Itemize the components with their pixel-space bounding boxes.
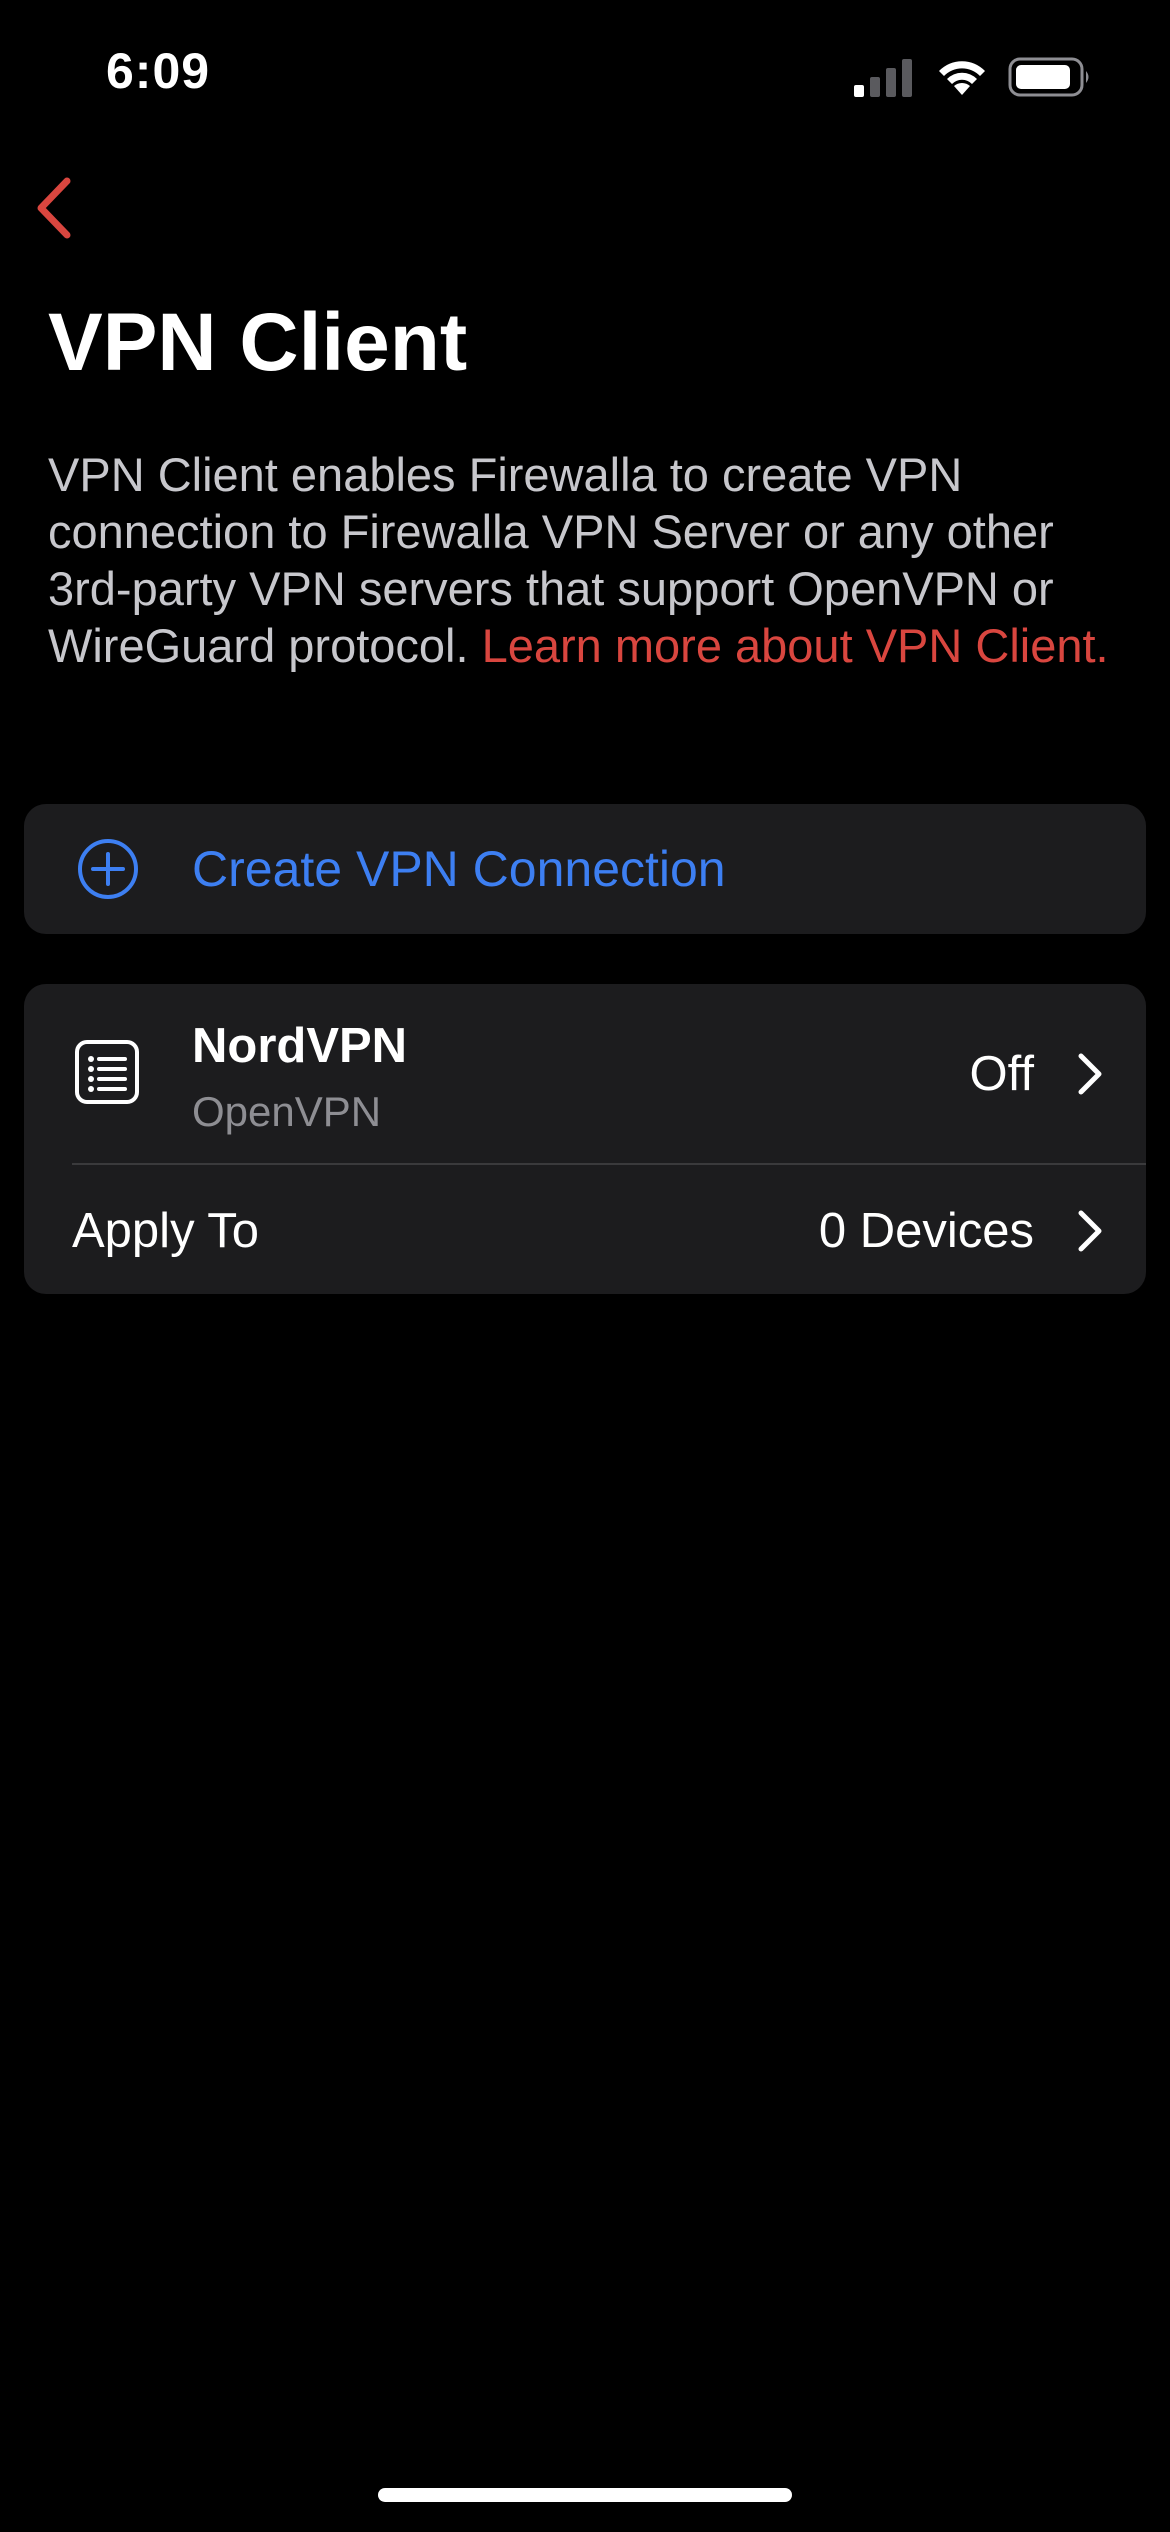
signal-icon	[854, 59, 912, 97]
apply-to-label: Apply To	[72, 1204, 260, 1258]
chevron-right-icon	[1078, 1053, 1102, 1095]
chevron-right-icon	[1078, 1210, 1102, 1252]
chevron-left-icon	[37, 177, 71, 239]
vpn-name: NordVPN	[192, 1019, 408, 1073]
status-bar: 6:09	[0, 0, 1170, 150]
plus-circle-icon	[78, 839, 138, 899]
page-title: VPN Client	[48, 297, 468, 388]
page-description: VPN Client enables Firewalla to create V…	[48, 446, 1138, 674]
wifi-icon	[939, 61, 985, 95]
vpn-connection-card: NordVPN OpenVPN Off Apply To 0 Devices	[24, 984, 1146, 1294]
home-indicator[interactable]	[378, 2488, 792, 2502]
create-vpn-connection-label: Create VPN Connection	[192, 841, 726, 897]
vpn-connection-row[interactable]: NordVPN OpenVPN Off	[24, 984, 1146, 1164]
list-icon	[75, 1040, 139, 1104]
create-vpn-connection-button[interactable]: Create VPN Connection	[24, 804, 1146, 934]
learn-more-link[interactable]: Learn more about VPN Client.	[482, 619, 1109, 672]
back-button[interactable]	[18, 170, 88, 246]
vpn-status: Off	[969, 1047, 1034, 1101]
vpn-protocol: OpenVPN	[192, 1088, 382, 1135]
battery-icon	[1008, 57, 1089, 97]
apply-to-row[interactable]: Apply To 0 Devices	[24, 1165, 1146, 1294]
status-time: 6:09	[106, 43, 211, 99]
apply-to-value: 0 Devices	[818, 1204, 1034, 1258]
